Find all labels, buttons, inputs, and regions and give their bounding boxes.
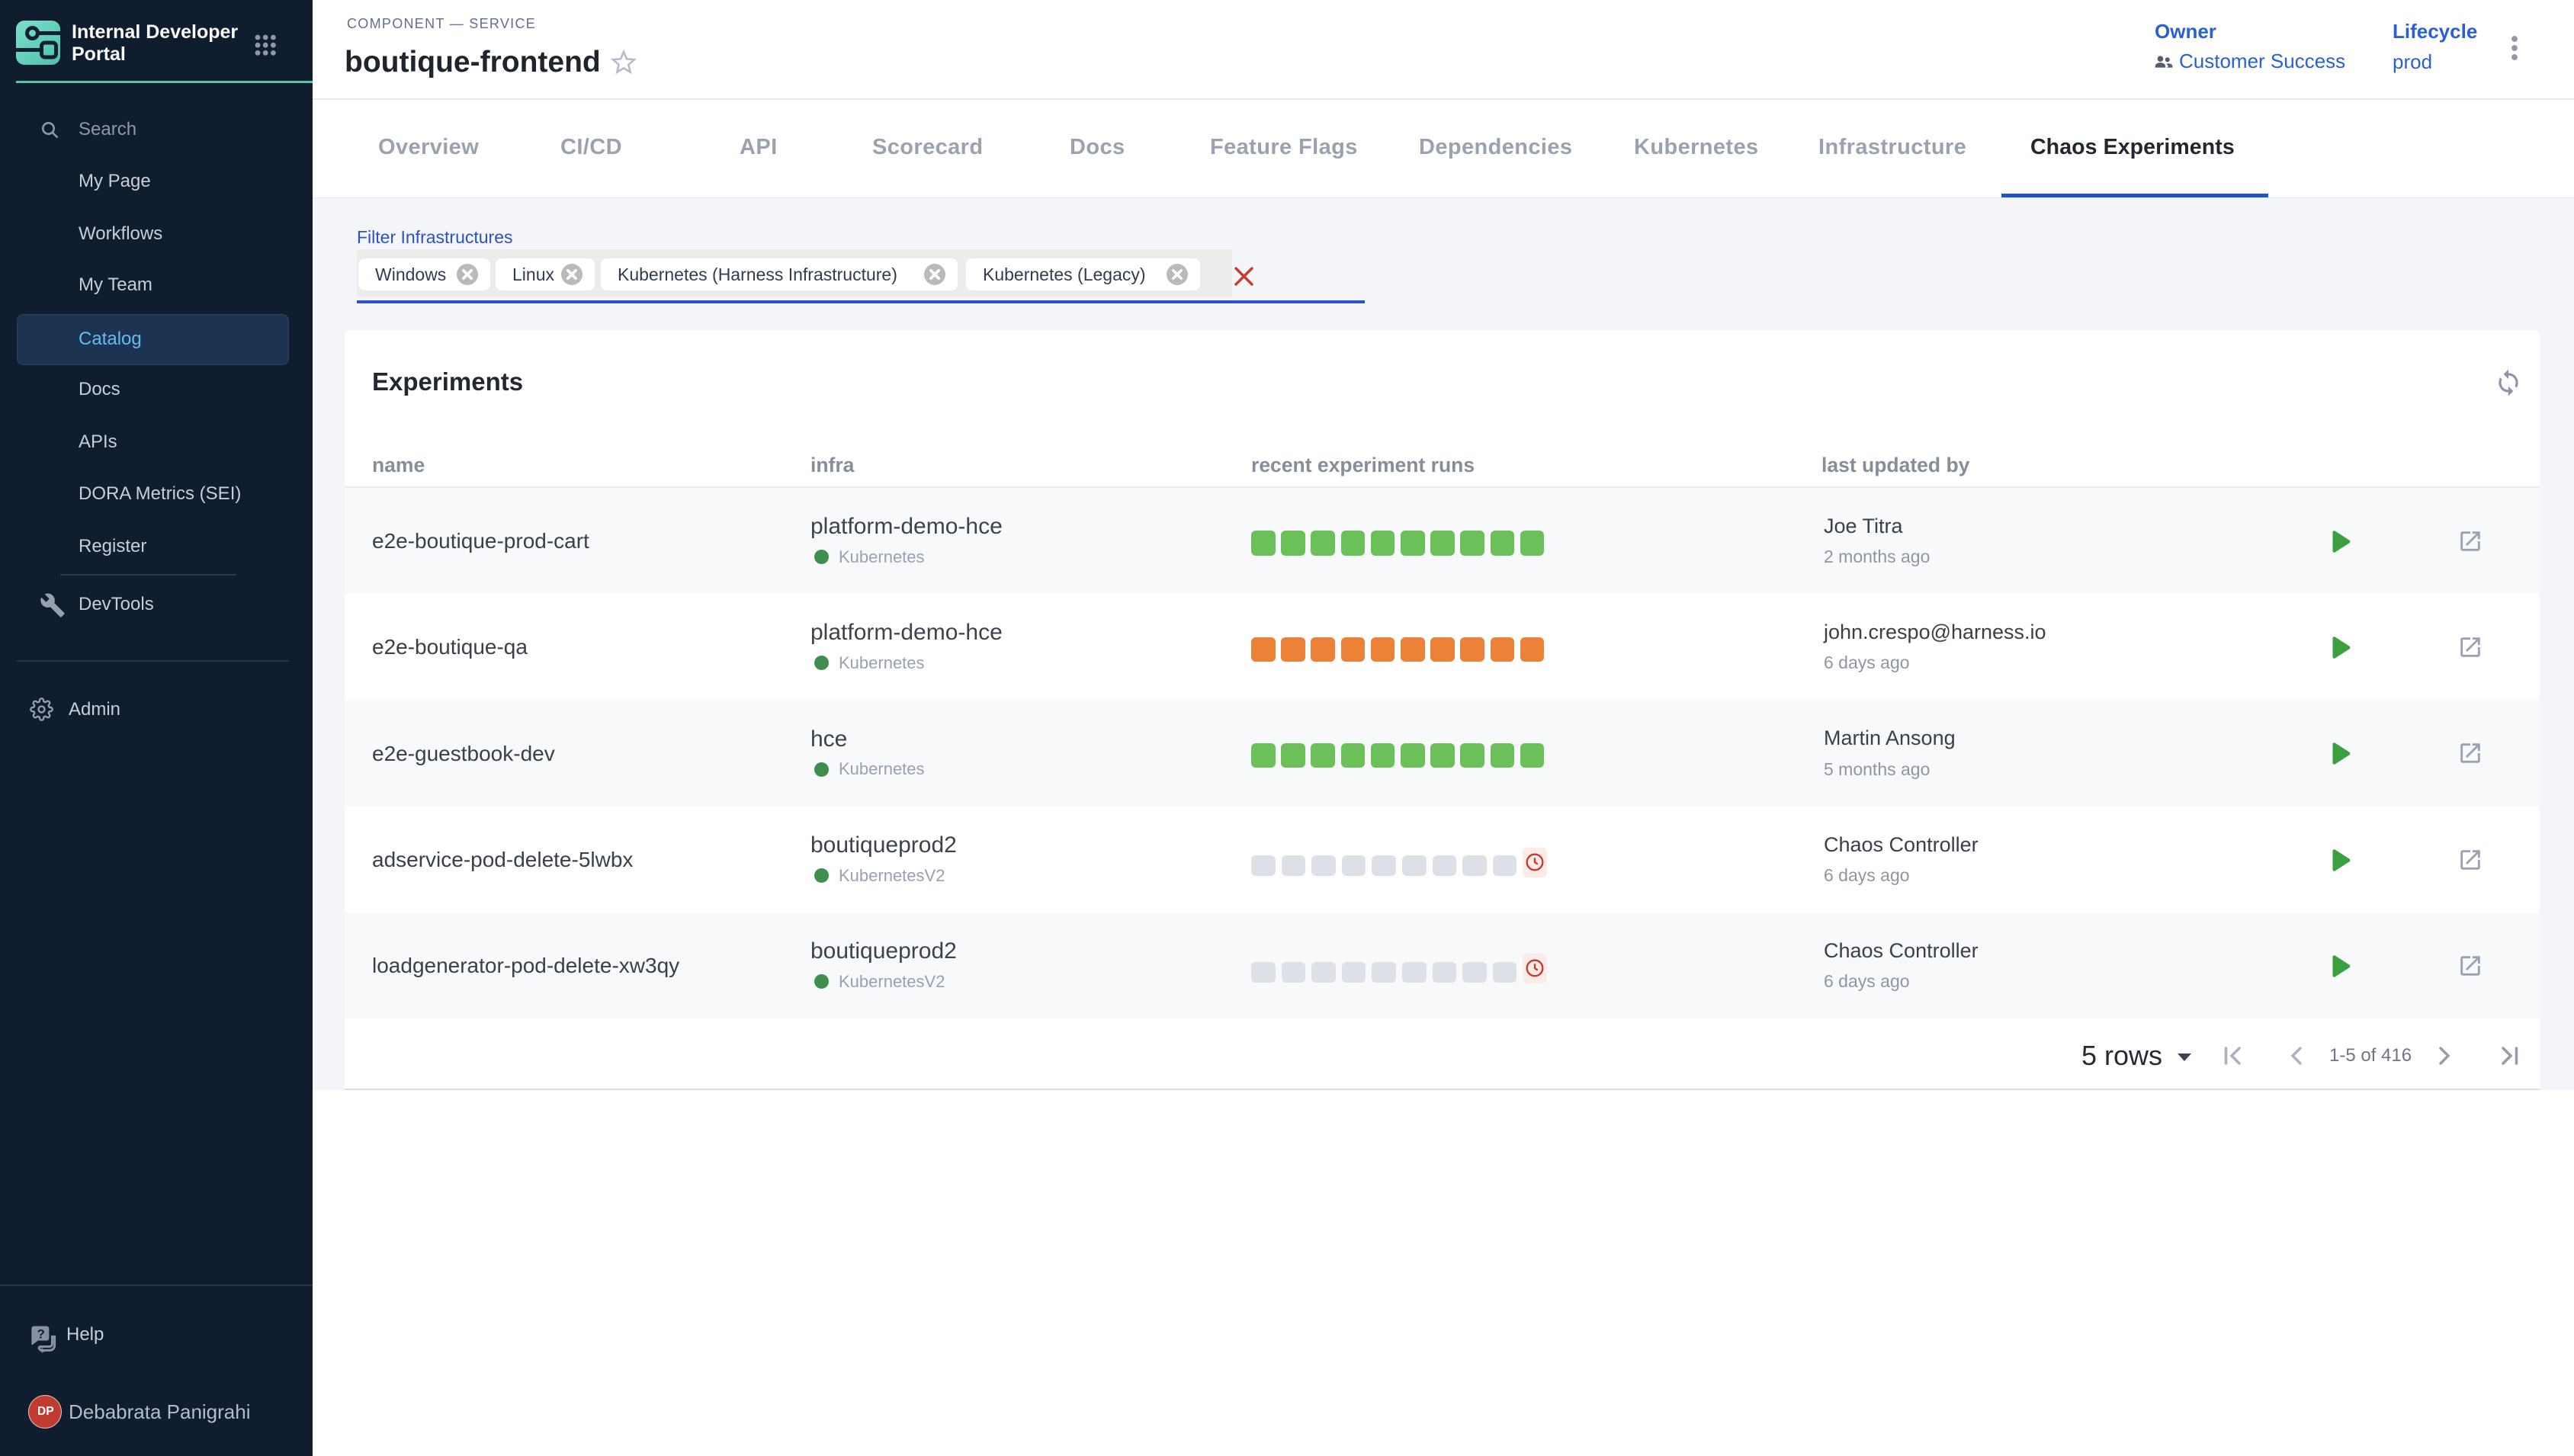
svg-text:?: ?: [37, 1327, 45, 1342]
